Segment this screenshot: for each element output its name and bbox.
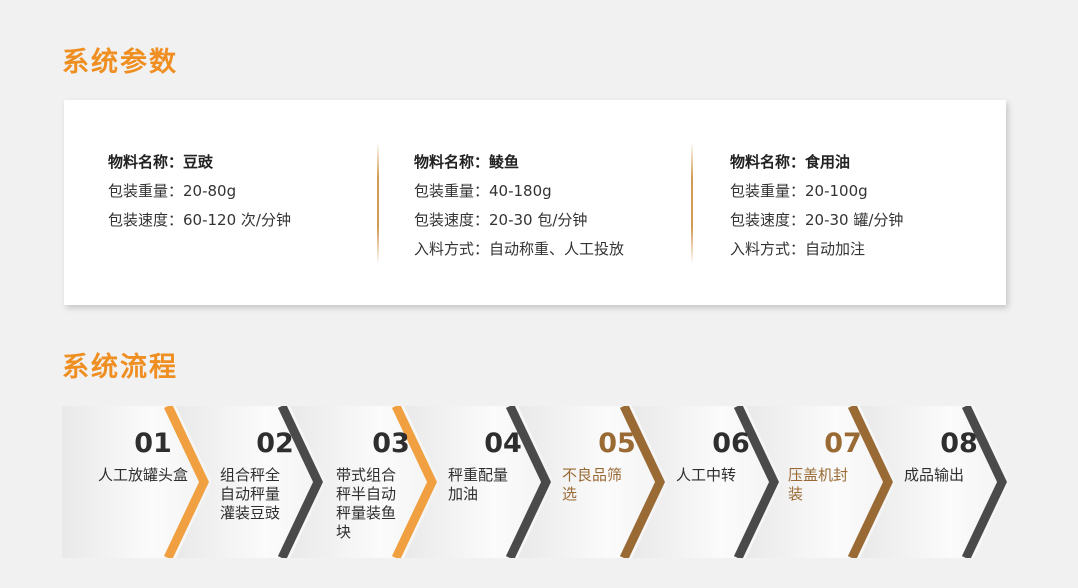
param-column-3: 物料名称：食用油 包装重量：20-100g 包装速度：20-30 罐/分钟 入料… bbox=[730, 148, 903, 264]
param-weight: 包装重量：40-180g bbox=[414, 182, 552, 200]
step-text: 秤重配量加油 bbox=[448, 466, 509, 503]
flow-step-08: 08 成品输出 bbox=[904, 406, 1044, 558]
param-material: 物料名称：食用油 bbox=[730, 153, 851, 171]
param-column-1: 物料名称：豆豉 包装重量：20-80g 包装速度：60-120 次/分钟 bbox=[108, 148, 291, 235]
step-text: 人工中转 bbox=[676, 466, 737, 484]
process-flow: 01 人工放罐头盒 02 组合秤全自动秤量灌装豆豉 03 带式组合秤半自动秤量装… bbox=[62, 406, 1008, 558]
flow-section-title: 系统流程 bbox=[62, 352, 178, 383]
step-number: 02 bbox=[256, 428, 294, 459]
step-number: 05 bbox=[598, 428, 636, 459]
params-card: 物料名称：豆豉 包装重量：20-80g 包装速度：60-120 次/分钟 物料名… bbox=[64, 100, 1006, 305]
step-number: 08 bbox=[940, 428, 978, 459]
param-speed: 包装速度：20-30 包/分钟 bbox=[414, 211, 588, 229]
param-speed: 包装速度：20-30 罐/分钟 bbox=[730, 211, 904, 229]
param-feed: 入料方式：自动加注 bbox=[730, 240, 866, 258]
param-speed: 包装速度：60-120 次/分钟 bbox=[108, 211, 291, 229]
column-divider bbox=[377, 142, 379, 264]
flow-step-01: 01 人工放罐头盒 bbox=[98, 406, 238, 558]
step-text: 人工放罐头盒 bbox=[98, 466, 189, 484]
step-text: 不良品筛选 bbox=[562, 466, 623, 503]
step-number: 06 bbox=[712, 428, 750, 459]
step-number: 03 bbox=[372, 428, 410, 459]
step-number: 01 bbox=[134, 428, 172, 459]
step-text: 组合秤全自动秤量灌装豆豉 bbox=[220, 466, 281, 522]
step-number: 04 bbox=[484, 428, 522, 459]
param-weight: 包装重量：20-80g bbox=[108, 182, 237, 200]
param-feed: 入料方式：自动称重、人工投放 bbox=[414, 240, 625, 258]
step-text: 压盖机封装 bbox=[788, 466, 849, 503]
column-divider bbox=[691, 142, 693, 264]
param-weight: 包装重量：20-100g bbox=[730, 182, 868, 200]
step-text: 带式组合秤半自动秤量装鱼块 bbox=[336, 466, 397, 541]
param-material: 物料名称：鲮鱼 bbox=[414, 153, 520, 171]
step-number: 07 bbox=[824, 428, 862, 459]
param-column-2: 物料名称：鲮鱼 包装重量：40-180g 包装速度：20-30 包/分钟 入料方… bbox=[414, 148, 624, 264]
params-section-title: 系统参数 bbox=[62, 47, 178, 78]
step-text: 成品输出 bbox=[904, 466, 965, 484]
param-material: 物料名称：豆豉 bbox=[108, 153, 214, 171]
